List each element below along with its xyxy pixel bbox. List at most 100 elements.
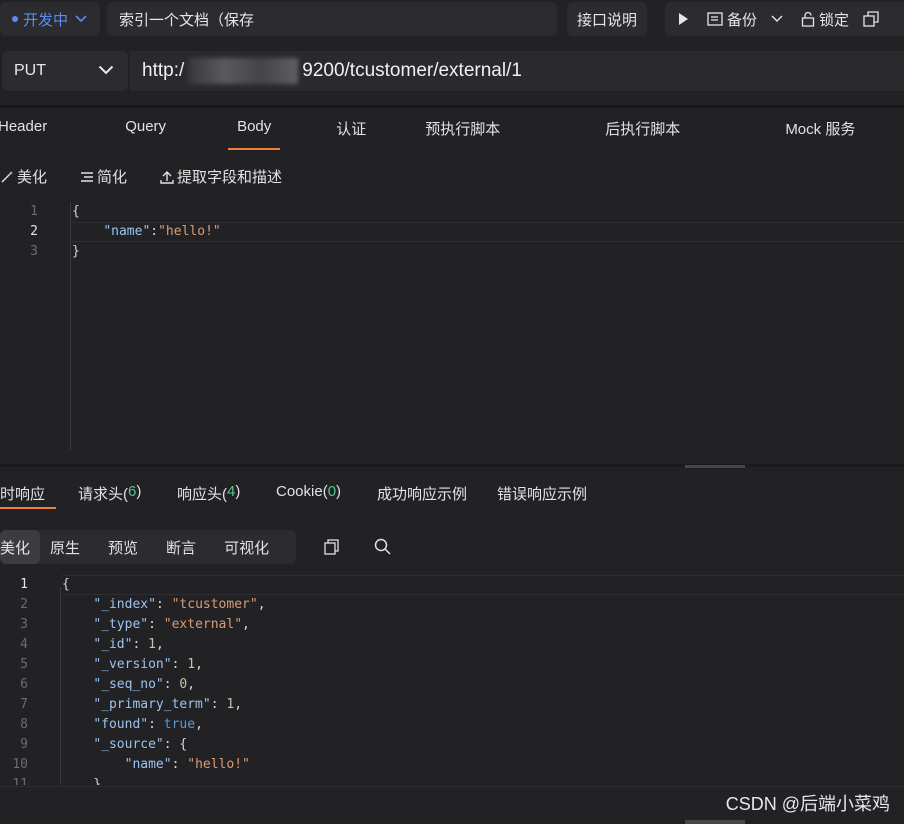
code-token: : — [148, 617, 164, 632]
tab-post-script[interactable]: 后执行脚本 — [605, 118, 680, 152]
code-token: : — [150, 224, 159, 239]
request-body-editor[interactable]: 1 2 3 { "name":"hello!"} — [0, 202, 904, 460]
code-token: "hello!" — [187, 757, 250, 772]
code-token: , — [195, 657, 203, 672]
response-body-viewer[interactable]: 1 2 3 4 5 6 7 8 9 10 11 { "_index": "tcustomer", "… — [0, 575, 904, 785]
line-number: 11 — [12, 777, 28, 785]
search-response-button[interactable] — [374, 538, 391, 560]
chevron-down-icon — [98, 65, 114, 75]
tab-success-example-label: 成功响应示例 — [377, 486, 468, 503]
line-number: 10 — [12, 757, 28, 772]
scroll-handle[interactable] — [685, 820, 745, 824]
tab-mock[interactable]: Mock 服务 — [785, 118, 855, 152]
view-assert[interactable]: 断言 — [152, 530, 210, 564]
pane-splitter[interactable] — [0, 464, 904, 467]
line-number: 8 — [20, 717, 28, 732]
env-label: 开发中 — [23, 11, 69, 29]
code-token: , — [155, 637, 164, 652]
tab-auth[interactable]: 认证 — [336, 118, 366, 152]
code-line: "_seq_no": 0, — [62, 675, 266, 695]
tab-query[interactable]: Query — [125, 118, 166, 152]
tab-request-headers[interactable]: 请求头(6) — [78, 483, 141, 509]
doc-button-label: 接口说明 — [576, 11, 637, 29]
code-token: "tcustomer" — [171, 597, 258, 612]
view-preview[interactable]: 预览 — [94, 530, 152, 564]
code-content: { "_index": "tcustomer", "_type": "exter… — [62, 575, 266, 785]
environment-selector[interactable]: 开发中 — [0, 2, 100, 36]
splitter-handle[interactable] — [685, 465, 745, 468]
watermark: CSDN @后端小菜鸡 — [725, 794, 890, 814]
view-visualize[interactable]: 可视化 — [210, 530, 283, 564]
beautify-button[interactable]: 美化 — [0, 166, 47, 187]
line-number: 1 — [30, 204, 38, 219]
cookie-count: 0 — [327, 483, 337, 500]
tab-realtime-label: 时响应 — [0, 486, 46, 503]
tab-request-headers-label: 请求头( — [78, 486, 128, 503]
code-line: { — [62, 575, 266, 595]
response-view-switch: 美化 原生 预览 断言 可视化 — [0, 530, 296, 564]
doc-button[interactable]: 接口说明 — [567, 2, 647, 36]
view-beautify[interactable]: 美化 — [0, 530, 41, 564]
code-token: , — [234, 697, 243, 712]
tab-body[interactable]: Body — [228, 118, 281, 150]
code-token: , — [257, 597, 266, 612]
line-number: 5 — [20, 657, 28, 672]
code-token: "name" — [103, 224, 151, 239]
url-input[interactable]: http:/ 9200/tcustomer/external/1 — [130, 51, 904, 91]
tab-pre-script[interactable]: 预执行脚本 — [425, 118, 500, 152]
code-token: "external" — [163, 617, 243, 632]
tab-realtime-response[interactable]: 时响应 — [0, 483, 45, 509]
code-line: "name": "hello!" — [62, 755, 266, 775]
line-number: 4 — [20, 637, 28, 652]
code-token: "_index" — [93, 597, 156, 612]
code-line: "_source": { — [62, 735, 266, 755]
divider — [0, 105, 904, 108]
code-line: "_type": "external", — [62, 615, 266, 635]
code-line: } — [72, 242, 221, 262]
copy-icon — [863, 11, 879, 27]
extract-fields-button[interactable]: 提取字段和描述 — [160, 166, 282, 187]
code-token: : — [148, 717, 164, 732]
tab-error-example[interactable]: 错误响应示例 — [497, 483, 587, 509]
code-token: "_id" — [93, 637, 133, 652]
tab-header[interactable]: Header — [0, 118, 47, 152]
backup-button[interactable]: 备份 — [707, 9, 757, 30]
code-token: "hello!" — [158, 224, 221, 239]
line-number: 9 — [20, 737, 28, 752]
beautify-label: 美化 — [17, 169, 48, 186]
backup-icon — [707, 12, 723, 26]
copy-icon — [324, 539, 339, 555]
copy-response-button[interactable] — [324, 539, 340, 560]
close-paren: ) — [136, 483, 142, 500]
tab-success-example[interactable]: 成功响应示例 — [377, 483, 467, 509]
tab-response-headers[interactable]: 响应头(4) — [177, 483, 240, 509]
extract-label: 提取字段和描述 — [177, 169, 283, 186]
url-suffix: 9200/tcustomer/external/1 — [302, 60, 522, 81]
code-token: 1 — [187, 657, 196, 672]
line-numbers: 1 2 3 — [0, 202, 38, 262]
code-token: , — [187, 677, 196, 692]
run-button[interactable] — [677, 12, 693, 26]
view-raw[interactable]: 原生 — [40, 530, 94, 564]
copy-button[interactable] — [863, 11, 883, 27]
code-line: } — [62, 775, 266, 785]
code-token: : — [163, 677, 180, 692]
code-token: "_seq_no" — [93, 677, 164, 692]
divider — [0, 786, 904, 787]
method-select[interactable]: PUT — [2, 51, 128, 91]
tab-cookie-label: Cookie( — [276, 483, 328, 500]
simplify-button[interactable]: 简化 — [80, 166, 127, 187]
backup-dropdown[interactable] — [771, 15, 787, 23]
code-token: "_type" — [93, 617, 149, 632]
play-icon — [679, 13, 688, 25]
chevron-down-icon — [771, 15, 783, 22]
doc-title-input[interactable]: 索引一个文档（保存 — [107, 2, 557, 36]
lock-button[interactable]: 锁定 — [801, 9, 849, 30]
tab-cookie[interactable]: Cookie(0) — [276, 483, 341, 509]
code-token: "name" — [124, 757, 172, 772]
